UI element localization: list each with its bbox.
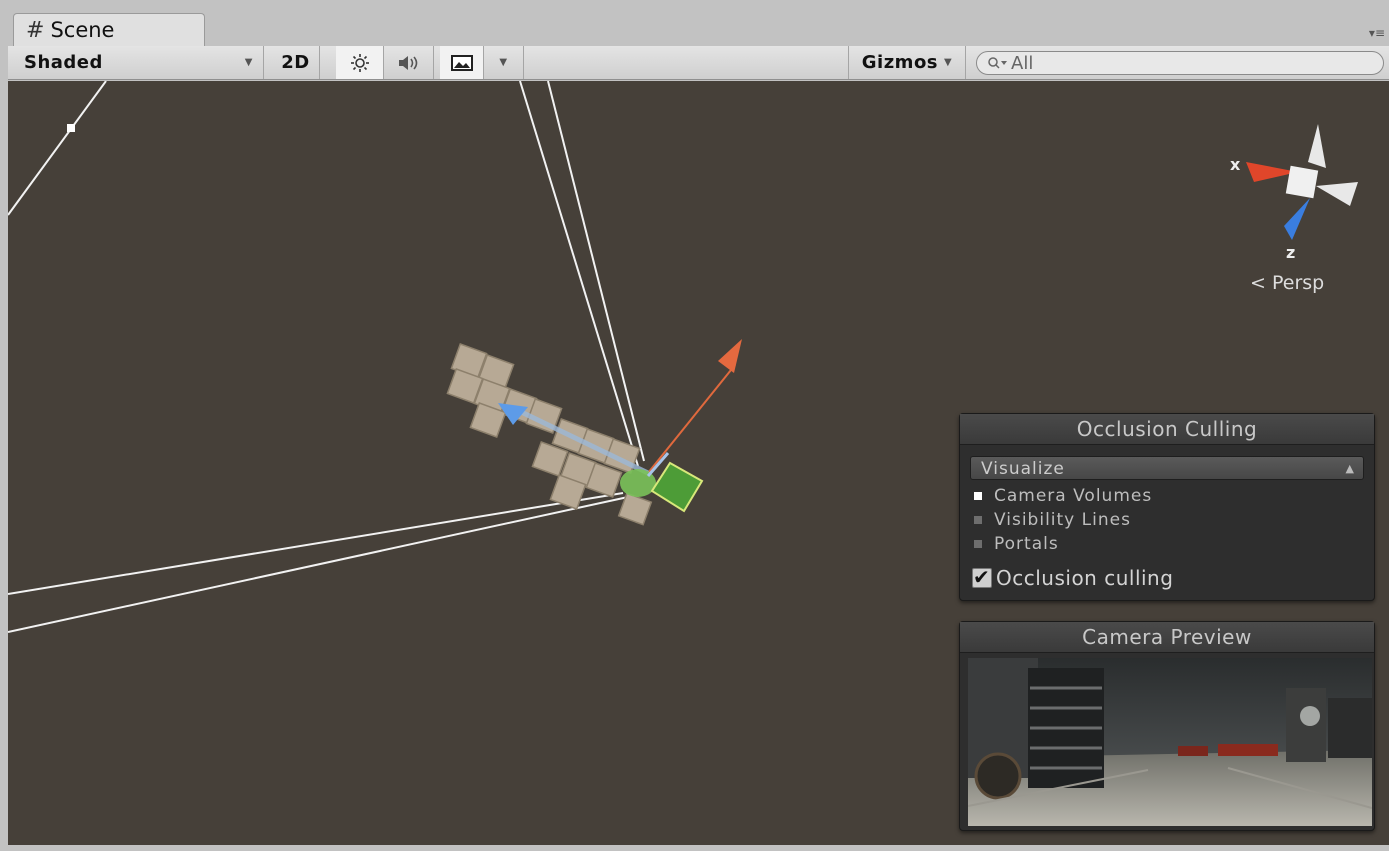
- gizmos-label: Gizmos: [861, 52, 939, 73]
- scene-toolbar: Shaded ▼ 2D ▼ Gizmos ▼ All: [8, 46, 1389, 80]
- chevron-down-icon: ▼: [244, 57, 253, 68]
- camera-preview-panel: Camera Preview: [959, 621, 1375, 831]
- effects-dropdown[interactable]: ▼: [484, 46, 524, 79]
- z-axis-label: z: [1286, 243, 1295, 262]
- projection-label: Persp: [1271, 272, 1325, 294]
- legend-swatch: [974, 516, 982, 524]
- tab-scene[interactable]: # Scene: [13, 13, 205, 46]
- projection-toggle[interactable]: < Persp: [1250, 272, 1324, 294]
- occlusion-panel-title: Occlusion Culling: [960, 414, 1374, 445]
- legend-camera-volumes: Camera Volumes: [974, 486, 1152, 506]
- search-icon: [988, 57, 1007, 69]
- search-value: All: [1011, 52, 1034, 74]
- hash-icon: #: [26, 17, 45, 43]
- shading-mode-label: Shaded: [24, 52, 103, 73]
- legend-label: Camera Volumes: [994, 486, 1153, 506]
- chevron-down-icon: ▼: [499, 57, 508, 68]
- image-icon: [450, 54, 473, 71]
- gizmo-center-cube[interactable]: [1285, 165, 1319, 199]
- x-axis-label: x: [1230, 155, 1241, 174]
- 2d-toggle-button[interactable]: 2D: [272, 46, 320, 79]
- z-axis-cone[interactable]: [1284, 198, 1310, 240]
- effects-toggle-button[interactable]: [440, 46, 484, 79]
- occlusion-culling-checkbox[interactable]: [972, 565, 992, 589]
- legend-swatch: [974, 492, 982, 500]
- legend-swatch: [974, 540, 982, 548]
- visualize-dropdown-label: Visualize: [981, 459, 1065, 479]
- occlusion-culling-panel: Occlusion Culling Visualize ▲ Camera Vol…: [959, 413, 1375, 601]
- search-input[interactable]: All: [976, 51, 1384, 75]
- legend-portals: Portals: [974, 534, 1059, 554]
- scene-viewport[interactable]: x z < Persp Occlusion Culling Visualize …: [8, 81, 1389, 845]
- lighting-toggle-button[interactable]: [336, 46, 384, 79]
- visualize-dropdown[interactable]: Visualize ▲: [970, 456, 1364, 480]
- shading-mode-dropdown[interactable]: Shaded ▼: [8, 46, 264, 79]
- updown-icon: ▲: [1345, 462, 1355, 475]
- neg-x-axis-cone[interactable]: [1316, 182, 1358, 206]
- camera-preview-image: [968, 658, 1372, 826]
- occlusion-culling-toggle[interactable]: Occlusion culling: [972, 565, 1174, 590]
- chevron-down-icon: ▼: [944, 57, 953, 68]
- sun-icon: [350, 53, 369, 72]
- speaker-icon: [398, 55, 417, 70]
- legend-label: Visibility Lines: [994, 510, 1131, 530]
- tab-bar: # Scene ▾≡: [0, 0, 1389, 46]
- gizmos-dropdown[interactable]: Gizmos ▼: [848, 46, 966, 79]
- legend-label: Portals: [994, 534, 1059, 554]
- tab-menu-icon[interactable]: ▾≡: [1369, 26, 1385, 40]
- audio-toggle-button[interactable]: [384, 46, 434, 79]
- y-axis-cone[interactable]: [1308, 124, 1326, 168]
- tab-title: Scene: [50, 18, 115, 42]
- legend-visibility-lines: Visibility Lines: [974, 510, 1131, 530]
- occlusion-culling-label: Occlusion culling: [996, 566, 1174, 590]
- persp-icon: <: [1250, 272, 1266, 294]
- camera-preview-title: Camera Preview: [960, 622, 1374, 653]
